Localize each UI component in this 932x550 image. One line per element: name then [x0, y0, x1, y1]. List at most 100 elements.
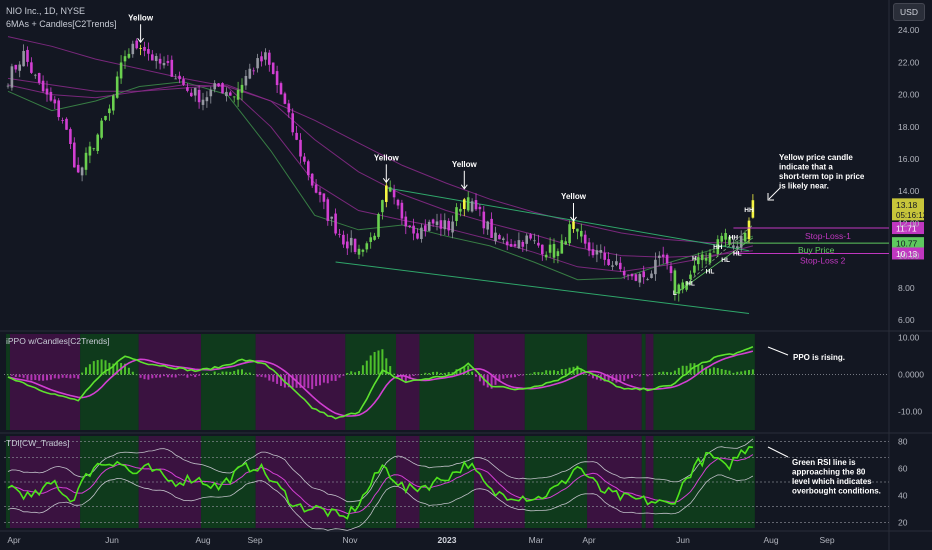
swing-label: HL — [721, 257, 730, 264]
ppo-histogram-bar — [256, 374, 259, 377]
ppo-histogram-bar — [202, 373, 204, 375]
candle-body — [357, 248, 361, 255]
ppo-histogram-bar — [533, 372, 536, 375]
currency-button[interactable]: USD — [893, 3, 925, 21]
level-price-label: 10.77 — [896, 239, 918, 249]
ppo-regime-band — [419, 334, 475, 430]
price-candles[interactable] — [6, 38, 755, 302]
candle-body — [591, 249, 595, 256]
candle-body — [634, 274, 638, 281]
ppo-histogram-bar — [38, 374, 41, 381]
indicator-legend[interactable]: 6MAs + Candles[C2Trends] — [6, 19, 116, 29]
candle-body — [650, 273, 653, 279]
candle-body — [424, 225, 427, 232]
candle-body — [747, 220, 751, 240]
time-axis-tick: Sep — [819, 535, 834, 545]
time-axis-tick: Sep — [247, 535, 262, 545]
candle-body — [303, 156, 306, 162]
time-axis-tick: Jun — [105, 535, 119, 545]
ppo-histogram-bar — [436, 371, 438, 375]
ppo-histogram-bar — [658, 372, 661, 375]
candle-body — [431, 219, 435, 224]
candle-body — [346, 241, 349, 249]
candle-body — [10, 66, 14, 88]
candle-body — [123, 56, 127, 62]
ppo-histogram-bar — [46, 374, 48, 381]
ppo-histogram-bar — [584, 373, 587, 375]
ppo-histogram-bar — [135, 374, 138, 376]
candle-body — [626, 274, 630, 276]
ppo-regime-band — [641, 334, 646, 430]
ppo-histogram-bar — [131, 371, 134, 375]
candle-body — [365, 243, 369, 250]
candle-body — [427, 221, 431, 231]
candle-body — [630, 273, 634, 277]
candle-body — [170, 59, 174, 77]
candle-body — [689, 274, 692, 279]
ppo-histogram-bar — [365, 360, 368, 375]
ppo-histogram-bar — [627, 374, 630, 379]
candle-body — [260, 56, 263, 62]
candle-body — [334, 213, 337, 234]
candle-body — [108, 108, 111, 114]
candle-body — [182, 79, 185, 85]
candle-body — [466, 197, 470, 211]
candle-body — [248, 68, 252, 79]
tdi-axis-tick: 20 — [898, 518, 908, 528]
ppo-histogram-bar — [361, 365, 364, 375]
ppo-histogram-bar — [260, 374, 263, 377]
ppo-histogram-bar — [307, 374, 310, 389]
candle-body — [373, 235, 376, 240]
ppo-regime-band — [524, 334, 588, 430]
candle-body — [53, 99, 57, 104]
ppo-histogram-bar — [623, 374, 626, 381]
candle-body — [669, 266, 673, 274]
chart-stage: iPPO w/Candles[C2Trends] TDI[CW_Trades] … — [0, 0, 932, 550]
candle-body — [92, 148, 96, 150]
ppo-histogram-bar — [229, 371, 232, 375]
ppo-histogram-bar — [85, 367, 87, 375]
candle-body — [619, 262, 622, 270]
level-name: Stop-Loss-1 — [805, 231, 851, 241]
candle-body — [283, 93, 287, 104]
ppo-histogram-bar — [96, 360, 99, 375]
candle-body — [326, 199, 330, 221]
ppo-histogram-bar — [205, 373, 208, 375]
candle-body — [408, 225, 411, 227]
ppo-histogram-bar — [217, 373, 220, 375]
candle-body — [330, 216, 333, 219]
candle-body — [268, 52, 271, 65]
candle-body — [420, 227, 423, 239]
ppo-histogram-bar — [545, 370, 548, 375]
ppo-histogram-bar — [272, 374, 275, 382]
ppo-regime-band — [80, 334, 139, 430]
candle-body — [217, 83, 220, 87]
candle-body — [400, 202, 404, 219]
candle-body — [490, 218, 493, 238]
candle-body — [88, 146, 92, 156]
ppo-histogram-bar — [151, 374, 154, 379]
ppo-regime-band — [653, 334, 755, 430]
ppo-histogram-bar — [342, 374, 345, 376]
candle-body — [151, 54, 154, 61]
ppo-histogram-bar — [494, 374, 497, 385]
candle-body — [154, 56, 158, 62]
ppo-histogram-bar — [751, 369, 754, 375]
candle-body — [533, 240, 536, 242]
candle-body — [49, 91, 53, 101]
ppo-histogram-bar — [319, 374, 321, 386]
candle-body — [65, 118, 68, 130]
candle-body — [57, 100, 60, 118]
candle-body — [127, 53, 131, 58]
candle-body — [41, 80, 45, 92]
ppo-note: PPO is rising. — [793, 353, 845, 362]
candle-body — [642, 271, 645, 278]
ppo-histogram-bar — [7, 374, 9, 376]
ppo-histogram-bar — [420, 374, 423, 375]
candle-body — [342, 234, 345, 245]
ppo-histogram-bar — [73, 374, 76, 378]
candle-body — [529, 234, 532, 239]
candle-body — [22, 50, 25, 67]
candle-body — [451, 221, 454, 233]
ppo-histogram-bar — [506, 374, 509, 378]
